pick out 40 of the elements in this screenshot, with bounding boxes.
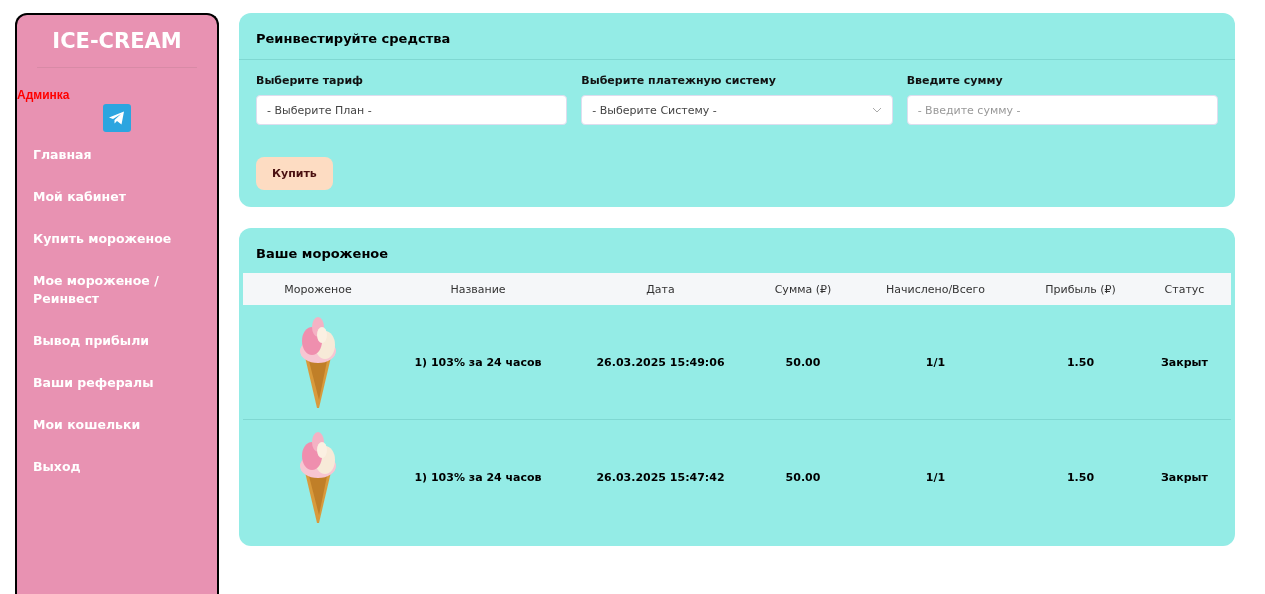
column-header: Начислено/Всего [885, 282, 986, 296]
nav-link[interactable]: Мой кабинет [17, 180, 217, 214]
table-cell-text: Закрыт [1160, 470, 1209, 484]
table-cell-text: 50.00 [784, 470, 822, 484]
nav-link[interactable]: Ваши рефералы [17, 366, 217, 400]
table-cell-text: 26.03.2025 15:49:06 [595, 355, 726, 369]
table-cell-text: 26.03.2025 15:47:42 [595, 470, 726, 484]
nav-link[interactable]: Мое мороженое / Реинвест [17, 264, 217, 316]
input-field[interactable]: - Введите сумму - [906, 95, 1218, 125]
column-header: Статус [1163, 282, 1206, 296]
telegram-icon[interactable] [103, 104, 131, 132]
table-cell-text: 50.00 [784, 355, 822, 369]
table-cell-text: 1/1 [924, 355, 947, 369]
column-header: Мороженое [283, 282, 353, 296]
table-cell-text: 1) 103% за 24 часов [413, 470, 543, 484]
nav-link[interactable]: Вывод прибыли [17, 324, 217, 358]
table-cell-text: Закрыт [1160, 355, 1209, 369]
column-header: Дата [645, 282, 676, 296]
table-cell-text: 1/1 [924, 470, 947, 484]
card-title: Ваше мороженое [255, 245, 390, 263]
column-header: Название [449, 282, 507, 296]
field-label: Выберите тариф [256, 74, 364, 87]
logo: ICE-CREAM [51, 28, 183, 55]
input-field[interactable]: - Выберите План - [256, 95, 568, 125]
nav-link[interactable]: Купить мороженое [17, 222, 217, 256]
chevron-icon [871, 107, 882, 113]
table-cell-text: 1.50 [1065, 355, 1096, 369]
field-label: Введите сумму [906, 74, 1004, 87]
column-header: Прибыль (₽) [1044, 282, 1117, 296]
nav-link[interactable]: Мои кошельки [17, 408, 217, 442]
admin-link[interactable]: Админка [17, 88, 70, 102]
nav-link[interactable]: Главная [17, 138, 217, 172]
table-cell-text: 1.50 [1065, 470, 1096, 484]
nav-link[interactable]: Выход [17, 450, 217, 484]
column-header: Сумма (₽) [773, 282, 833, 296]
field-label: Выберите платежную систему [581, 74, 777, 87]
select-field[interactable]: - Выберите Систему - [581, 95, 893, 125]
table-cell-text: 1) 103% за 24 часов [413, 355, 543, 369]
buy-button[interactable]: Купить [256, 157, 333, 190]
card-title: Реинвестируйте средства [255, 30, 452, 48]
